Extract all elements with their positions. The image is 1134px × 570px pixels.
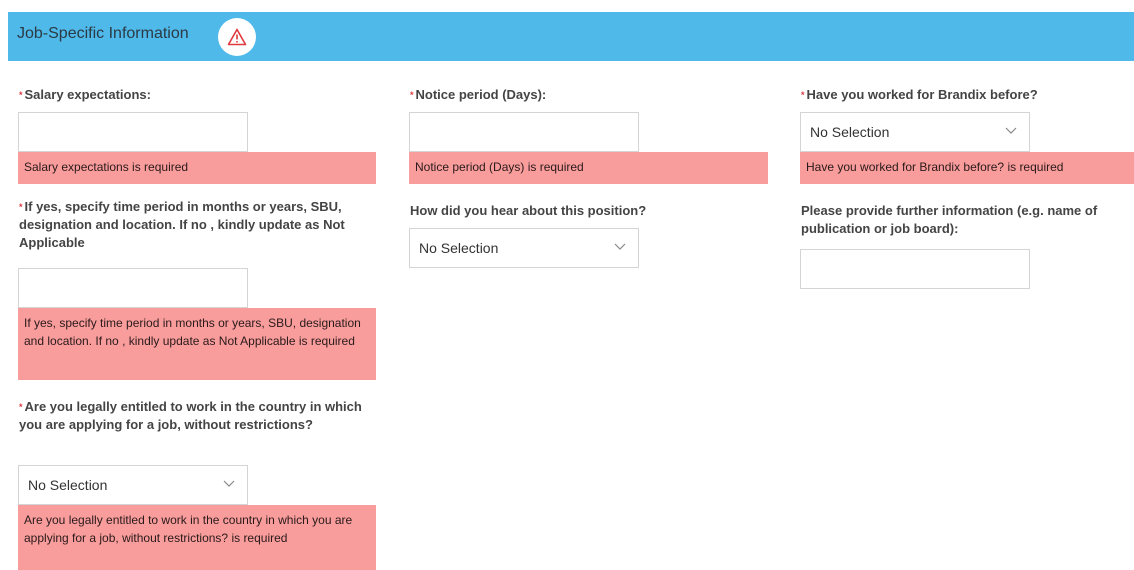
legally-entitled-label: * Are you legally entitled to work in the… bbox=[19, 398, 379, 434]
legally-entitled-field: * Are you legally entitled to work in the… bbox=[19, 398, 379, 434]
worked-before-label-text: Have you worked for Brandix before? bbox=[806, 87, 1038, 102]
required-marker: * bbox=[19, 402, 23, 412]
salary-error: Salary expectations is required bbox=[18, 152, 376, 184]
further-info-input[interactable] bbox=[800, 249, 1030, 289]
notice-field: * Notice period (Days): bbox=[410, 86, 770, 104]
specify-error: If yes, specify time period in months or… bbox=[18, 308, 376, 380]
legally-entitled-selected: No Selection bbox=[28, 477, 108, 493]
further-info-field: Please provide further information (e.g.… bbox=[801, 202, 1131, 238]
chevron-down-icon bbox=[223, 480, 235, 487]
warning-triangle-icon bbox=[227, 28, 247, 46]
chevron-down-icon bbox=[614, 243, 626, 250]
required-marker: * bbox=[19, 90, 23, 100]
notice-error: Notice period (Days) is required bbox=[409, 152, 768, 184]
notice-label-text: Notice period (Days): bbox=[415, 87, 547, 102]
specify-input[interactable] bbox=[18, 268, 248, 308]
required-marker: * bbox=[801, 90, 805, 100]
worked-before-field: * Have you worked for Brandix before? bbox=[801, 86, 1134, 104]
worked-before-error: Have you worked for Brandix before? is r… bbox=[800, 152, 1134, 184]
notice-label: * Notice period (Days): bbox=[410, 86, 770, 104]
salary-input[interactable] bbox=[18, 112, 248, 152]
legally-entitled-error: Are you legally entitled to work in the … bbox=[18, 505, 376, 570]
chevron-down-icon bbox=[1005, 127, 1017, 134]
worked-before-select[interactable]: No Selection bbox=[800, 112, 1030, 152]
notice-input[interactable] bbox=[409, 112, 639, 152]
salary-label: * Salary expectations: bbox=[19, 86, 379, 104]
worked-before-selected: No Selection bbox=[810, 124, 890, 140]
required-marker: * bbox=[410, 90, 414, 100]
required-marker: * bbox=[19, 202, 23, 212]
hear-about-select[interactable]: No Selection bbox=[409, 228, 639, 268]
section-header: Job-Specific Information bbox=[8, 12, 1134, 61]
legally-entitled-select[interactable]: No Selection bbox=[18, 465, 248, 505]
salary-field: * Salary expectations: bbox=[19, 86, 379, 104]
section-title: Job-Specific Information bbox=[17, 25, 189, 42]
specify-field: * If yes, specify time period in months o… bbox=[19, 198, 389, 252]
salary-label-text: Salary expectations: bbox=[24, 87, 151, 102]
hear-about-selected: No Selection bbox=[419, 240, 499, 256]
specify-label-text: If yes, specify time period in months or… bbox=[19, 199, 345, 250]
worked-before-label: * Have you worked for Brandix before? bbox=[801, 86, 1134, 104]
warning-badge bbox=[218, 18, 256, 56]
hear-about-label: How did you hear about this position? bbox=[410, 203, 647, 218]
specify-label: * If yes, specify time period in months o… bbox=[19, 198, 389, 252]
hear-about-field: How did you hear about this position? bbox=[410, 202, 770, 220]
further-info-label: Please provide further information (e.g.… bbox=[801, 203, 1098, 236]
legally-entitled-label-text: Are you legally entitled to work in the … bbox=[19, 399, 362, 432]
